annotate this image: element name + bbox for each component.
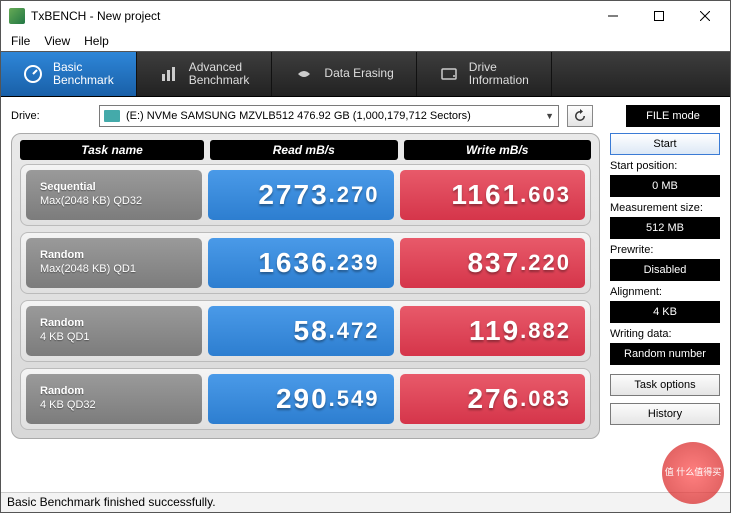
chart-icon: [159, 64, 179, 84]
result-row: RandomMax(2048 KB) QD1 1636.239 837.220: [20, 232, 591, 294]
result-row: Random4 KB QD32 290.549 276.083: [20, 368, 591, 430]
header-task: Task name: [20, 140, 204, 160]
write-value: 119.882: [400, 306, 586, 356]
tab-basic-benchmark[interactable]: BasicBenchmark: [1, 52, 137, 96]
writing-data-label: Writing data:: [610, 328, 720, 340]
write-value: 837.220: [400, 238, 586, 288]
titlebar: TxBENCH - New project: [1, 1, 730, 31]
menubar: File View Help: [1, 31, 730, 51]
tab-sublabel: Information: [469, 74, 529, 87]
sidebar: Start Start position: 0 MB Measurement s…: [610, 133, 720, 439]
menu-help[interactable]: Help: [84, 34, 109, 48]
start-button[interactable]: Start: [610, 133, 720, 155]
header-read: Read mB/s: [210, 140, 398, 160]
read-value: 290.549: [208, 374, 394, 424]
app-icon: [9, 8, 25, 24]
task-name-cell: Random4 KB QD1: [26, 306, 202, 356]
measurement-size-value[interactable]: 512 MB: [610, 217, 720, 239]
drive-label: Drive:: [11, 110, 91, 122]
start-position-value[interactable]: 0 MB: [610, 175, 720, 197]
header-write: Write mB/s: [404, 140, 592, 160]
result-row: SequentialMax(2048 KB) QD32 2773.270 116…: [20, 164, 591, 226]
file-mode-button[interactable]: FILE mode: [626, 105, 720, 127]
drive-small-icon: [104, 110, 120, 122]
drive-select[interactable]: (E:) NVMe SAMSUNG MZVLB512 476.92 GB (1,…: [99, 105, 559, 127]
tab-sublabel: Benchmark: [53, 74, 114, 87]
minimize-button[interactable]: [590, 1, 636, 31]
results-panel: Task name Read mB/s Write mB/s Sequentia…: [11, 133, 600, 439]
drive-icon: [439, 64, 459, 84]
measurement-size-label: Measurement size:: [610, 202, 720, 214]
start-position-label: Start position:: [610, 160, 720, 172]
read-value: 1636.239: [208, 238, 394, 288]
drive-row: Drive: (E:) NVMe SAMSUNG MZVLB512 476.92…: [1, 97, 730, 131]
reload-button[interactable]: [567, 105, 593, 127]
read-value: 58.472: [208, 306, 394, 356]
tabbar: BasicBenchmark AdvancedBenchmark Data Er…: [1, 51, 730, 97]
task-name-cell: SequentialMax(2048 KB) QD32: [26, 170, 202, 220]
gauge-icon: [23, 64, 43, 84]
window-title: TxBENCH - New project: [31, 9, 160, 23]
write-value: 276.083: [400, 374, 586, 424]
close-button[interactable]: [682, 1, 728, 31]
prewrite-value[interactable]: Disabled: [610, 259, 720, 281]
tab-data-erasing[interactable]: Data Erasing: [272, 52, 416, 96]
tab-advanced-benchmark[interactable]: AdvancedBenchmark: [137, 52, 273, 96]
result-row: Random4 KB QD1 58.472 119.882: [20, 300, 591, 362]
alignment-value[interactable]: 4 KB: [610, 301, 720, 323]
prewrite-label: Prewrite:: [610, 244, 720, 256]
watermark-badge: 值 什么值得买: [662, 442, 724, 504]
drive-selected-text: (E:) NVMe SAMSUNG MZVLB512 476.92 GB (1,…: [126, 110, 545, 122]
status-bar: Basic Benchmark finished successfully.: [1, 492, 730, 512]
erase-icon: [294, 64, 314, 84]
tab-drive-information[interactable]: DriveInformation: [417, 52, 552, 96]
task-options-button[interactable]: Task options: [610, 374, 720, 396]
alignment-label: Alignment:: [610, 286, 720, 298]
task-name-cell: Random4 KB QD32: [26, 374, 202, 424]
task-name-cell: RandomMax(2048 KB) QD1: [26, 238, 202, 288]
menu-view[interactable]: View: [44, 34, 70, 48]
reload-icon: [573, 109, 587, 123]
menu-file[interactable]: File: [11, 34, 30, 48]
write-value: 1161.603: [400, 170, 586, 220]
tab-sublabel: Benchmark: [189, 74, 250, 87]
chevron-down-icon: ▼: [545, 111, 554, 121]
writing-data-value[interactable]: Random number: [610, 343, 720, 365]
history-button[interactable]: History: [610, 403, 720, 425]
maximize-button[interactable]: [636, 1, 682, 31]
tab-label: Data Erasing: [324, 67, 393, 80]
read-value: 2773.270: [208, 170, 394, 220]
